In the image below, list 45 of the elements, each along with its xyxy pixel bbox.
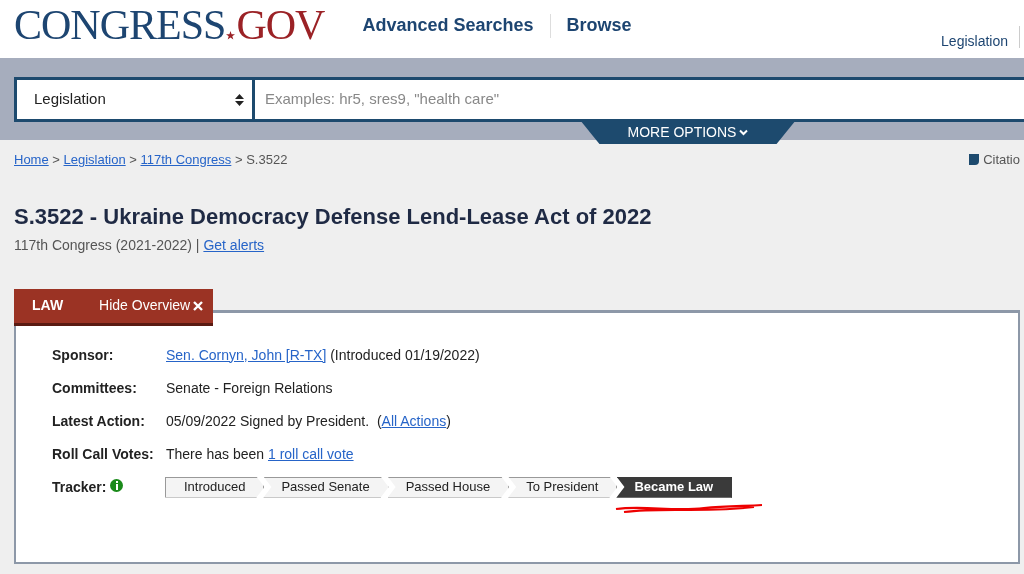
field-value: Senate - Foreign Relations	[166, 379, 333, 396]
field-value: )	[446, 412, 451, 429]
field-value: There has been	[166, 445, 266, 462]
breadcrumb-current: S.3522	[246, 152, 288, 167]
breadcrumb-separator: >	[128, 152, 138, 167]
sort-caret-icon	[235, 92, 244, 107]
nav-link[interactable]: Browse	[566, 12, 632, 39]
field-link[interactable]: 1 roll call vote	[267, 445, 354, 462]
logo-text[interactable]: GOV	[236, 4, 325, 46]
breadcrumb-link[interactable]: 117th Congress	[140, 152, 232, 167]
breadcrumb-separator: >	[51, 152, 61, 167]
search-field[interactable]: Examples: hr5, sres9, "health care"	[255, 80, 1024, 119]
field-label: Tracker:	[52, 477, 107, 497]
field-value: (Introduced 01/19/2022)	[329, 346, 480, 363]
tracker-step: Became Law	[616, 476, 733, 498]
star-icon	[226, 31, 236, 40]
hide-overview-button[interactable]: Hide Overview	[81, 288, 204, 323]
nav-link[interactable]: Advanced Searches	[362, 12, 534, 39]
logo-text[interactable]: CONGRESS	[14, 4, 226, 46]
status-label: LAW	[31, 296, 65, 315]
breadcrumb-separator: >	[233, 152, 244, 167]
bill-subtitle: 117th Congress (2021-2022) | Get alerts	[14, 235, 266, 255]
field-label: Sponsor:	[52, 345, 115, 365]
tracker-step: To President	[508, 476, 618, 498]
tracker-step: Passed House	[387, 476, 510, 498]
citation-icon	[969, 154, 980, 166]
field-link[interactable]: Sen. Cornyn, John [R-TX]	[166, 346, 327, 363]
info-icon[interactable]	[110, 478, 124, 492]
alerts-link[interactable]: Get alerts	[203, 236, 265, 253]
field-label: Roll Call Votes:	[52, 444, 155, 464]
field-label: Committees:	[52, 378, 138, 398]
field-link[interactable]: All Actions	[381, 412, 447, 429]
breadcrumb-link[interactable]: Home	[14, 152, 49, 167]
bill-title: S.3522 - Ukraine Democracy Defense Lend-Lease Act of 2022	[14, 202, 653, 231]
close-icon	[193, 300, 204, 311]
field-label: Latest Action:	[52, 411, 146, 431]
citation-link[interactable]: Citatio	[983, 150, 1020, 170]
chevron-down-icon	[739, 128, 749, 136]
more-options-button[interactable]: MORE OPTIONS	[580, 120, 796, 144]
breadcrumb-link[interactable]: Legislation	[63, 152, 126, 167]
tracker-step: Introduced	[165, 476, 265, 498]
scope-select[interactable]: Legislation	[17, 80, 252, 119]
nav-link[interactable]: Legislation	[941, 31, 1008, 52]
field-value: 05/09/2022 Signed by President. (	[166, 412, 382, 429]
tracker-step: Passed Senate	[263, 476, 389, 498]
